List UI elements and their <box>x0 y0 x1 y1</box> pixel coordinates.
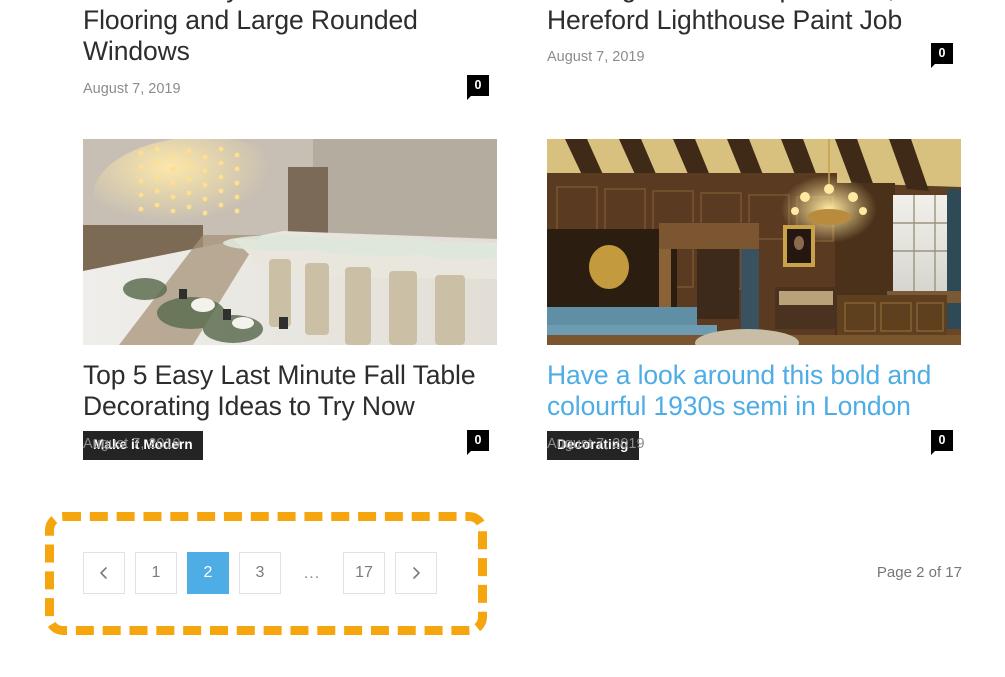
pagination-last-page-button[interactable]: 17 <box>343 552 385 594</box>
pagination-next-button[interactable] <box>395 552 437 594</box>
post-title-link[interactable]: Top 5 Easy Last Minute Fall Table Decora… <box>83 360 497 423</box>
blog-archive-page: Luxe Hallway with Chess Table Flooring a… <box>0 0 1005 677</box>
wedding-banquet-hall-image <box>83 138 497 345</box>
pagination-prev-button[interactable] <box>83 552 125 594</box>
post-title-link[interactable]: Have a look around this bold and colourf… <box>547 360 961 423</box>
chevron-left-icon <box>100 567 107 579</box>
comment-count-badge[interactable]: 0 <box>467 429 489 455</box>
comment-count-badge[interactable]: 0 <box>467 74 489 100</box>
pagination-page-3-button[interactable]: 3 <box>239 552 281 594</box>
post-card: Man Agrees to Complete $50,000 Hereford … <box>547 0 961 105</box>
post-title-link[interactable]: Man Agrees to Complete $50,000 Hereford … <box>547 0 961 36</box>
pagination-page-1-button[interactable]: 1 <box>135 552 177 594</box>
pagination: 1 2 3 ... 17 <box>83 552 447 594</box>
tudor-panelled-bedroom-image <box>547 138 961 345</box>
post-card: Make it Modern Top 5 Easy Last Minute Fa… <box>83 138 497 460</box>
post-thumbnail-link[interactable] <box>547 138 961 345</box>
post-date: August 7, 2019 <box>83 435 181 452</box>
post-date: August 7, 2019 <box>547 49 645 65</box>
post-card: Luxe Hallway with Chess Table Flooring a… <box>83 0 497 105</box>
post-date: August 7, 2019 <box>547 435 645 452</box>
pagination-page-2-button[interactable]: 2 <box>187 552 229 594</box>
comment-count-badge[interactable]: 0 <box>931 43 953 68</box>
post-thumbnail-link[interactable] <box>83 138 497 345</box>
page-count-text: Page 2 of 17 <box>876 564 962 581</box>
post-meta: August 7, 2019 0 <box>547 429 961 460</box>
post-meta: August 7, 2019 0 <box>83 429 497 460</box>
post-card: Decorating Have a look around this bold … <box>547 138 961 460</box>
post-date: August 7, 2019 <box>83 80 181 97</box>
row-spacer <box>83 105 961 139</box>
chevron-right-icon <box>413 567 420 579</box>
comment-count-badge[interactable]: 0 <box>931 429 953 455</box>
post-meta: August 7, 2019 0 <box>83 74 497 105</box>
post-grid: Luxe Hallway with Chess Table Flooring a… <box>83 0 961 460</box>
pagination-ellipsis: ... <box>303 565 321 582</box>
post-title-link[interactable]: Luxe Hallway with Chess Table Flooring a… <box>83 0 497 68</box>
post-meta: August 7, 2019 0 <box>547 43 961 73</box>
